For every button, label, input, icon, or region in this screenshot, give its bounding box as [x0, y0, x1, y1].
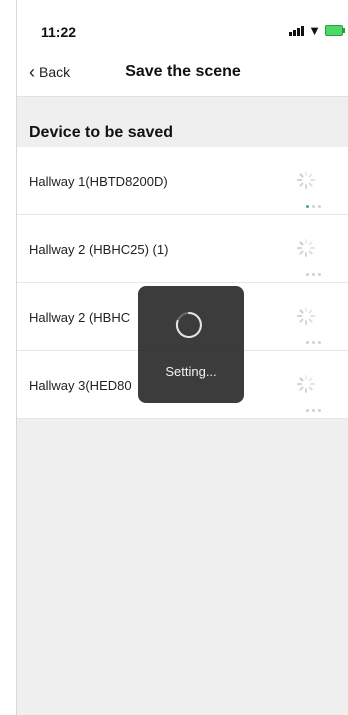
device-name: Hallway 1(HBTD8200D)	[29, 174, 168, 189]
spinner-tick	[308, 376, 314, 382]
page-dots	[306, 273, 321, 276]
loading-toast: Setting...	[138, 286, 244, 403]
spinner-tick	[308, 318, 314, 324]
spinner-tick	[308, 172, 314, 178]
spinner-tick	[297, 247, 302, 249]
status-time: 11:22	[41, 24, 77, 40]
spinner-tick	[310, 179, 315, 181]
loading-spinner-icon	[175, 312, 202, 338]
spinner-tick	[305, 375, 307, 380]
section-title: Device to be saved	[29, 124, 174, 141]
spinner-tick	[310, 315, 315, 317]
spinner-tick	[305, 388, 307, 393]
top-bar: 11:22 ▼ ‹ Back Save the scene	[17, 0, 348, 97]
spinner-tick	[305, 184, 307, 189]
toast-label: Setting...	[165, 364, 217, 379]
wifi-icon: ▼	[308, 22, 321, 38]
spinner-tick	[305, 171, 307, 176]
signal-bars-icon	[289, 25, 305, 36]
device-name: Hallway 2 (HBHC25) (1)	[29, 242, 169, 257]
page-dots	[306, 409, 321, 412]
spinner-tick	[298, 318, 304, 324]
page-title: Save the scene	[125, 63, 241, 80]
spinner-tick	[297, 383, 302, 385]
spinner-icon	[297, 171, 315, 189]
spinner-tick	[305, 239, 307, 244]
spinner-tick	[308, 386, 314, 392]
spinner-icon	[297, 375, 315, 393]
spinner-tick	[310, 247, 315, 249]
spinner-tick	[308, 182, 314, 188]
spinner-tick	[308, 250, 314, 256]
spinner-icon	[297, 239, 315, 257]
spinner-tick	[298, 240, 304, 246]
spinner-icon	[297, 307, 315, 325]
device-row[interactable]: Hallway 1(HBTD8200D)	[17, 147, 348, 215]
spinner-tick	[298, 172, 304, 178]
home-strip	[17, 695, 348, 715]
device-row[interactable]: Hallway 2 (HBHC25) (1)	[17, 215, 348, 283]
page-dots	[306, 341, 321, 344]
phone-screen: 11:22 ▼ ‹ Back Save the scene Device to …	[16, 0, 348, 715]
spinner-tick	[308, 308, 314, 314]
status-icons: ▼	[289, 22, 345, 38]
spinner-tick	[297, 179, 302, 181]
device-name: Hallway 2 (HBHC	[29, 310, 131, 325]
page-dots	[306, 205, 321, 208]
spinner-tick	[298, 182, 304, 188]
spinner-tick	[305, 320, 307, 325]
spinner-tick	[298, 250, 304, 256]
spinner-tick	[308, 240, 314, 246]
spinner-tick	[297, 315, 302, 317]
spinner-tick	[298, 308, 304, 314]
spinner-tick	[298, 386, 304, 392]
spinner-tick	[305, 307, 307, 312]
spinner-tick	[298, 376, 304, 382]
battery-charging-icon	[325, 25, 345, 36]
spinner-tick	[310, 383, 315, 385]
device-name: Hallway 3(HED80	[29, 378, 132, 393]
spinner-tick	[305, 252, 307, 257]
